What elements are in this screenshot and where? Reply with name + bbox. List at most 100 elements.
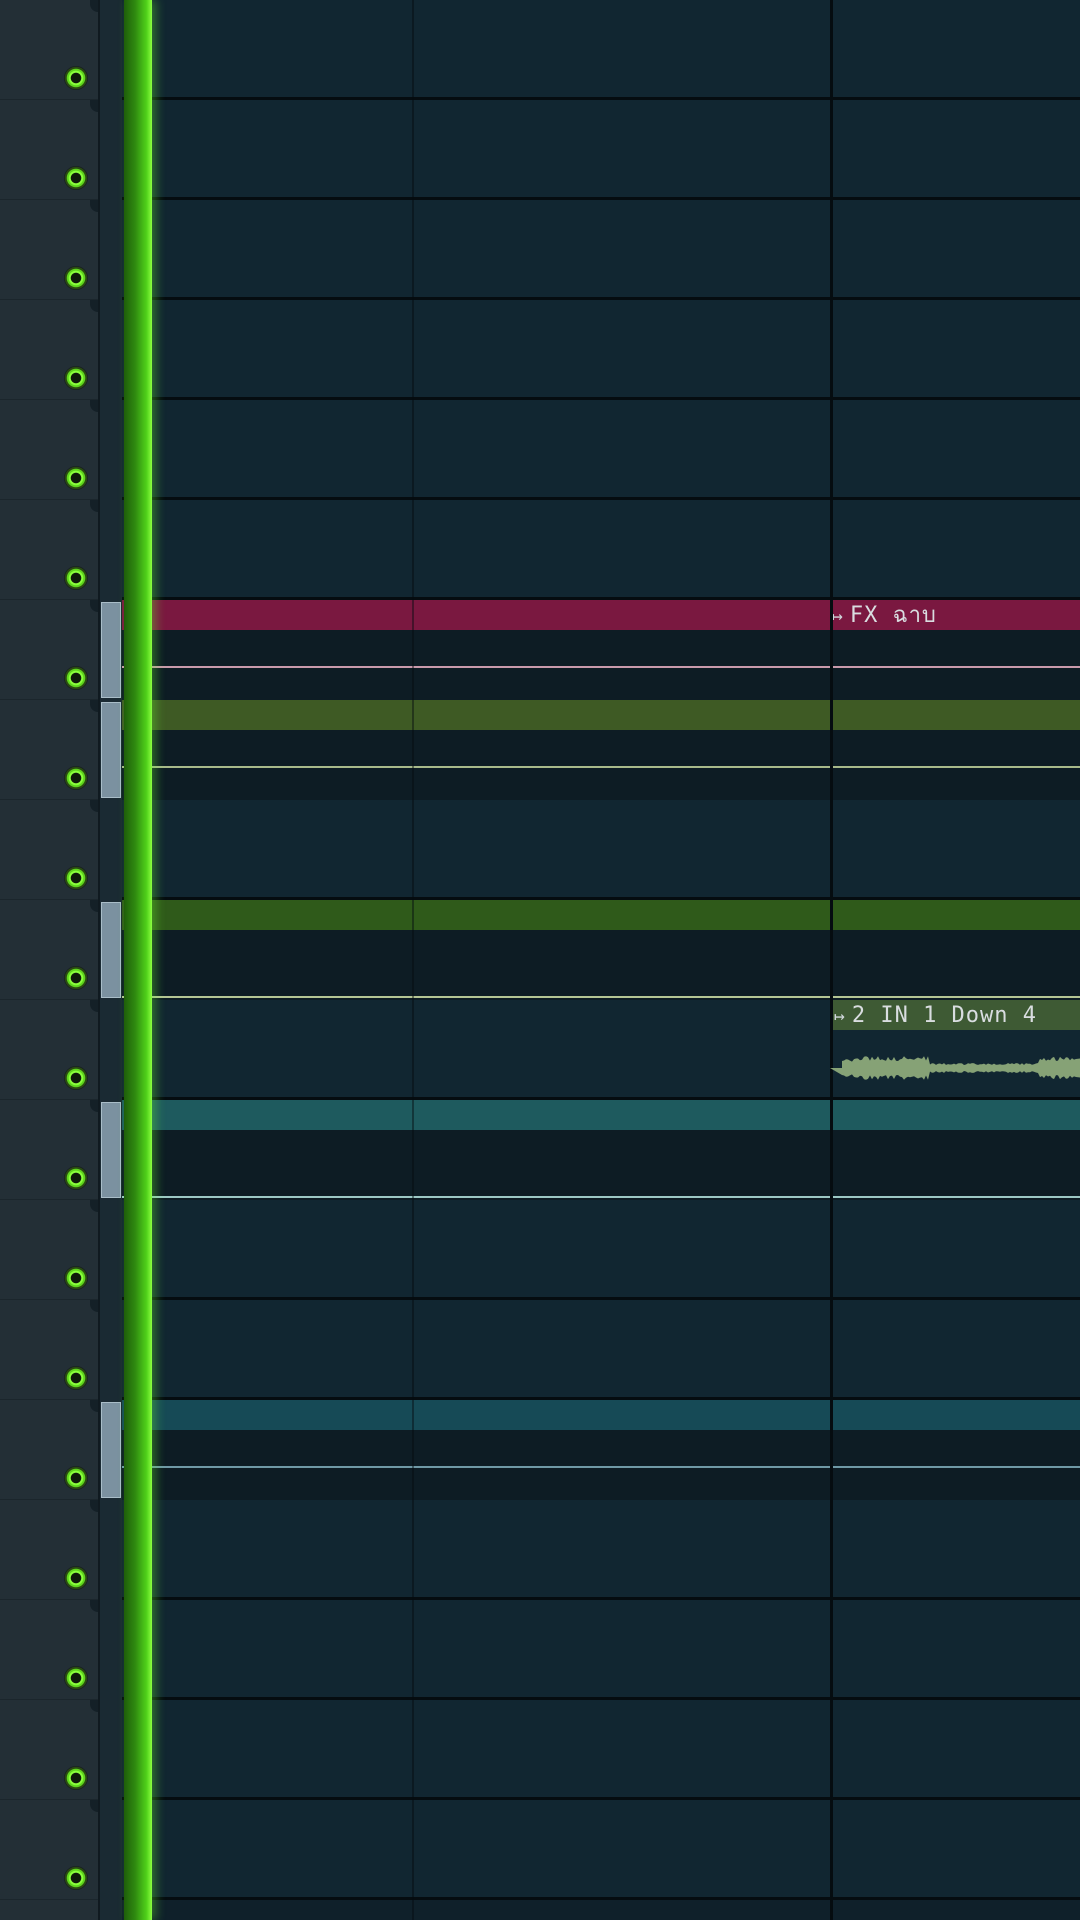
clip-teal-dark[interactable] bbox=[122, 1400, 1080, 1500]
bar-gridline bbox=[830, 0, 833, 1920]
clip-fx-label: ↦ FX ฉาบ bbox=[832, 604, 937, 629]
circle-led-icon[interactable] bbox=[64, 1166, 88, 1190]
track-header-notch bbox=[90, 500, 98, 512]
clip-resize-handle[interactable] bbox=[101, 702, 121, 798]
track-header-notch bbox=[90, 1700, 98, 1712]
playlist-grid[interactable]: ↦ FX ฉาบ ↦ 2 IN 1 Down 4 bbox=[122, 0, 1080, 1920]
track-header-notch bbox=[90, 600, 98, 612]
track-header[interactable] bbox=[0, 1500, 98, 1600]
clip-olive[interactable] bbox=[122, 700, 1080, 800]
track-header[interactable] bbox=[0, 1400, 98, 1500]
circle-led-icon[interactable] bbox=[64, 66, 88, 90]
track-header-notch bbox=[90, 800, 98, 812]
circle-led-icon[interactable] bbox=[64, 1266, 88, 1290]
clip-teal-header[interactable] bbox=[122, 1100, 1080, 1130]
track-header-notch bbox=[90, 700, 98, 712]
clip-teal[interactable] bbox=[122, 1100, 1080, 1200]
clip-teal-dark-line bbox=[122, 1466, 1080, 1468]
circle-led-icon[interactable] bbox=[64, 1866, 88, 1890]
track-header-notch bbox=[90, 1400, 98, 1412]
clip-green[interactable] bbox=[122, 900, 1080, 1000]
clip-fx[interactable]: ↦ FX ฉาบ bbox=[122, 600, 1080, 700]
track-header-notch bbox=[90, 1000, 98, 1012]
track-row[interactable] bbox=[122, 300, 1080, 400]
track-row[interactable] bbox=[122, 0, 1080, 100]
track-header[interactable] bbox=[0, 800, 98, 900]
track-header[interactable] bbox=[0, 600, 98, 700]
clip-teal-dark-header[interactable] bbox=[122, 1400, 1080, 1430]
circle-led-icon[interactable] bbox=[64, 466, 88, 490]
track-row[interactable] bbox=[122, 500, 1080, 600]
track-header[interactable] bbox=[0, 700, 98, 800]
track-header-notch bbox=[90, 300, 98, 312]
track-header[interactable] bbox=[0, 1800, 98, 1900]
track-header-notch bbox=[90, 900, 98, 912]
circle-led-icon[interactable] bbox=[64, 1766, 88, 1790]
playlist-window: ↦ FX ฉาบ ↦ 2 IN 1 Down 4 bbox=[0, 0, 1080, 1920]
track-header-notch bbox=[90, 1300, 98, 1312]
track-header-notch bbox=[90, 1800, 98, 1812]
audio-waveform bbox=[830, 1048, 1080, 1088]
track-header[interactable] bbox=[0, 500, 98, 600]
track-row[interactable] bbox=[122, 800, 1080, 900]
track-header[interactable] bbox=[0, 1700, 98, 1800]
track-header-notch bbox=[90, 0, 98, 12]
circle-led-icon[interactable] bbox=[64, 566, 88, 590]
circle-led-icon[interactable] bbox=[64, 1666, 88, 1690]
circle-led-icon[interactable] bbox=[64, 266, 88, 290]
playhead-marker[interactable] bbox=[124, 0, 152, 1920]
track-header[interactable] bbox=[0, 200, 98, 300]
track-header-notch bbox=[90, 100, 98, 112]
arrow-right-bar-icon: ↦ bbox=[834, 1005, 846, 1029]
clip-green-header[interactable] bbox=[122, 900, 1080, 930]
clip-resize-handle[interactable] bbox=[101, 1102, 121, 1198]
track-header[interactable] bbox=[0, 1600, 98, 1700]
track-header[interactable] bbox=[0, 1200, 98, 1300]
circle-led-icon[interactable] bbox=[64, 1566, 88, 1590]
track-header[interactable] bbox=[0, 400, 98, 500]
arrow-right-bar-icon: ↦ bbox=[832, 605, 844, 629]
circle-led-icon[interactable] bbox=[64, 166, 88, 190]
clip-resize-handle[interactable] bbox=[101, 602, 121, 698]
clip-audio-label: ↦ 2 IN 1 Down 4 bbox=[834, 1004, 1037, 1029]
track-header[interactable] bbox=[0, 900, 98, 1000]
circle-led-icon[interactable] bbox=[64, 1466, 88, 1490]
track-row[interactable] bbox=[122, 1700, 1080, 1800]
track-row[interactable] bbox=[122, 1600, 1080, 1700]
track-header[interactable] bbox=[0, 1300, 98, 1400]
track-row[interactable] bbox=[122, 400, 1080, 500]
track-header-notch bbox=[90, 1100, 98, 1112]
waveform-shape bbox=[830, 1056, 1080, 1080]
track-header-notch bbox=[90, 1500, 98, 1512]
track-row[interactable] bbox=[122, 200, 1080, 300]
clip-olive-header[interactable] bbox=[122, 700, 1080, 730]
clip-teal-line bbox=[122, 1196, 1080, 1198]
circle-led-icon[interactable] bbox=[64, 1066, 88, 1090]
track-header[interactable] bbox=[0, 100, 98, 200]
circle-led-icon[interactable] bbox=[64, 966, 88, 990]
circle-led-icon[interactable] bbox=[64, 866, 88, 890]
clip-olive-line bbox=[122, 766, 1080, 768]
track-header-notch bbox=[90, 1600, 98, 1612]
track-header-notch bbox=[90, 400, 98, 412]
track-row[interactable] bbox=[122, 1200, 1080, 1300]
track-header[interactable] bbox=[0, 300, 98, 400]
track-header[interactable] bbox=[0, 0, 98, 100]
circle-led-icon[interactable] bbox=[64, 666, 88, 690]
track-row[interactable] bbox=[122, 1500, 1080, 1600]
clip-fx-automation-line bbox=[122, 666, 1080, 668]
track-row[interactable] bbox=[122, 1800, 1080, 1900]
circle-led-icon[interactable] bbox=[64, 1366, 88, 1390]
clip-resize-handle[interactable] bbox=[101, 902, 121, 998]
track-header-column bbox=[0, 0, 100, 1920]
circle-led-icon[interactable] bbox=[64, 766, 88, 790]
circle-led-icon[interactable] bbox=[64, 366, 88, 390]
clip-green-line bbox=[122, 996, 1080, 998]
track-header[interactable] bbox=[0, 1000, 98, 1100]
track-row[interactable] bbox=[122, 1300, 1080, 1400]
track-header-notch bbox=[90, 1200, 98, 1212]
track-header[interactable] bbox=[0, 1100, 98, 1200]
track-row[interactable] bbox=[122, 100, 1080, 200]
beat-gridline bbox=[412, 0, 414, 1920]
clip-resize-handle[interactable] bbox=[101, 1402, 121, 1498]
